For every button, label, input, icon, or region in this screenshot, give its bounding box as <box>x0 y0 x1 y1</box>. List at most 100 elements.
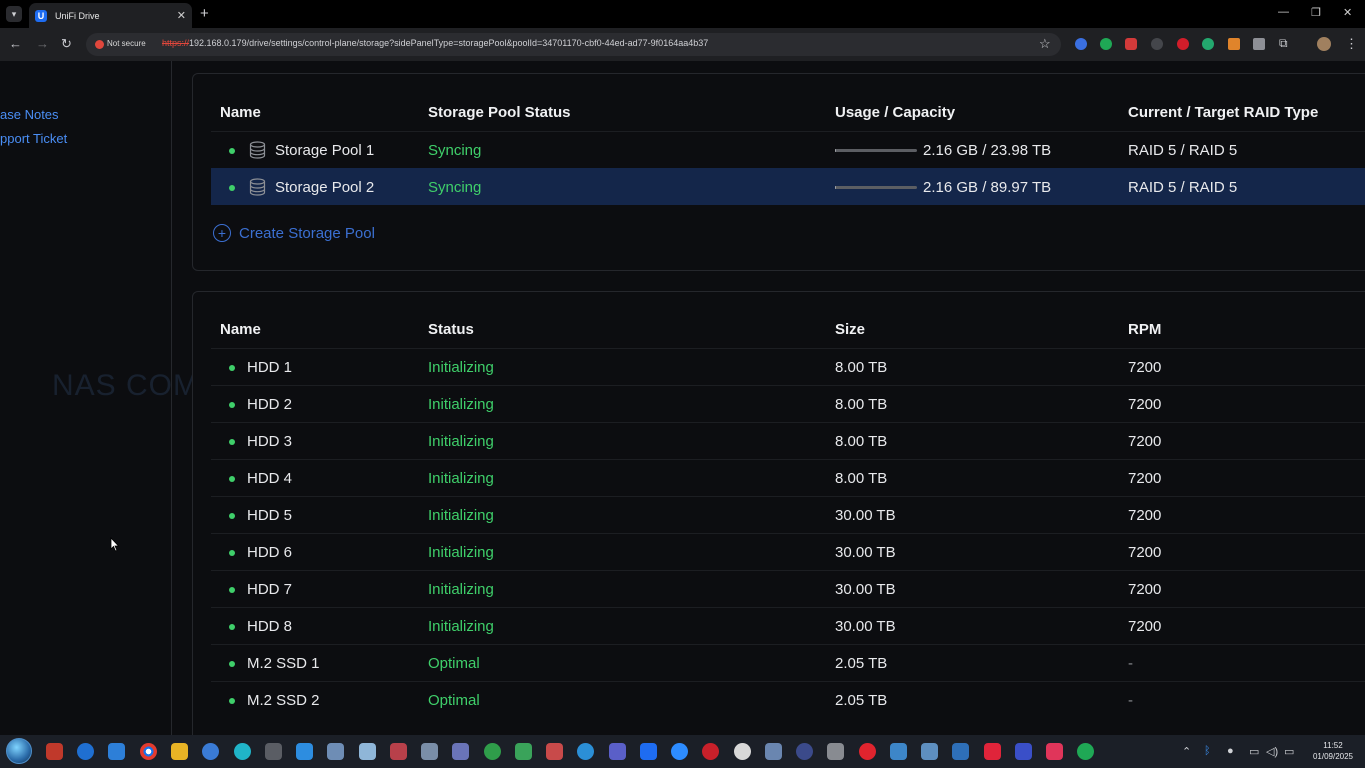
browser-menu-icon[interactable]: ⋮ <box>1345 36 1358 52</box>
drive-rpm: 7200 <box>1128 544 1162 561</box>
taskbar-app-icon[interactable] <box>515 743 532 760</box>
zoom-taskbar-icon[interactable] <box>671 743 688 760</box>
create-storage-pool-button[interactable]: + Create Storage Pool <box>213 224 375 242</box>
drive-row[interactable]: HDD 1 Initializing 8.00 TB 7200 <box>211 348 1365 385</box>
status-dot <box>229 439 235 445</box>
download-extension-icon[interactable] <box>1151 38 1163 50</box>
back-button[interactable]: ← <box>9 36 22 51</box>
taskbar-app-icon[interactable] <box>108 743 125 760</box>
taskbar-app-icon[interactable] <box>265 743 282 760</box>
grammarly-extension-icon[interactable] <box>1100 38 1112 50</box>
microphone-icon[interactable]: ● <box>1227 745 1234 757</box>
chrome-taskbar-icon[interactable] <box>140 743 157 760</box>
reload-button[interactable]: ↻ <box>61 36 72 52</box>
drive-size: 30.00 TB <box>835 507 896 524</box>
drive-row[interactable]: HDD 4 Initializing 8.00 TB 7200 <box>211 459 1365 496</box>
taskbar-app-icon[interactable] <box>484 743 501 760</box>
taskbar-app-icon[interactable] <box>1015 743 1032 760</box>
file-explorer-icon[interactable] <box>171 743 188 760</box>
column-header-size: Size <box>835 321 866 338</box>
drive-status: Initializing <box>428 433 494 450</box>
support-ticket-link[interactable]: pport Ticket <box>0 131 67 146</box>
taskbar-app-icon[interactable] <box>327 743 344 760</box>
status-dot <box>229 185 235 191</box>
pool-usage: 2.16 GB / 89.97 TB <box>923 179 1052 196</box>
taskbar-app-icon[interactable] <box>765 743 782 760</box>
network-icon[interactable]: ▭ <box>1249 745 1259 758</box>
status-dot <box>229 402 235 408</box>
extensions-puzzle-icon[interactable]: ⧉ <box>1279 36 1288 51</box>
taskbar-app-icon[interactable] <box>1077 743 1094 760</box>
taskbar-app-icon[interactable] <box>952 743 969 760</box>
taskbar: ⌃ ᛒ ● ▭ ◁) ▭ 11:52 01/09/2025 <box>0 735 1365 768</box>
new-tab-button[interactable]: + <box>200 5 209 22</box>
bookmark-star-icon[interactable]: ☆ <box>1039 36 1051 52</box>
storage-pool-row-selected[interactable]: Storage Pool 2 Syncing 2.16 GB / 89.97 T… <box>211 168 1365 205</box>
taskbar-app-icon[interactable] <box>984 743 1001 760</box>
unifi-taskbar-icon[interactable] <box>640 743 657 760</box>
taskbar-app-icon[interactable] <box>1046 743 1063 760</box>
tab-search-button[interactable]: ▾ <box>6 6 22 22</box>
drive-row[interactable]: HDD 3 Initializing 8.00 TB 7200 <box>211 422 1365 459</box>
taskbar-app-icon[interactable] <box>421 743 438 760</box>
browser-tab[interactable]: U UniFi Drive ✕ <box>29 3 192 28</box>
show-hidden-icons-icon[interactable]: ⌃ <box>1182 745 1191 758</box>
url-text[interactable]: https://192.168.0.179/drive/settings/con… <box>162 38 708 48</box>
drive-row[interactable]: HDD 8 Initializing 30.00 TB 7200 <box>211 607 1365 644</box>
taskbar-app-icon[interactable] <box>921 743 938 760</box>
adblock-extension-icon[interactable] <box>1125 38 1137 50</box>
status-dot <box>229 698 235 704</box>
restore-window-icon[interactable]: ❐ <box>1311 6 1321 19</box>
extension-icon[interactable] <box>1177 38 1189 50</box>
volume-icon[interactable]: ◁) <box>1266 745 1278 758</box>
bluetooth-icon[interactable]: ᛒ <box>1204 745 1211 757</box>
drive-row[interactable]: HDD 2 Initializing 8.00 TB 7200 <box>211 385 1365 422</box>
drive-row[interactable]: HDD 6 Initializing 30.00 TB 7200 <box>211 533 1365 570</box>
drive-status: Initializing <box>428 544 494 561</box>
taskbar-app-icon[interactable] <box>577 743 594 760</box>
taskbar-app-icon[interactable] <box>452 743 469 760</box>
drive-row[interactable]: M.2 SSD 1 Optimal 2.05 TB - <box>211 644 1365 681</box>
taskbar-app-icon[interactable] <box>202 743 219 760</box>
search-taskbar-icon[interactable] <box>234 743 251 760</box>
browser-tab-strip: ▾ U UniFi Drive ✕ + — ❐ ✕ <box>0 0 1365 28</box>
extension-icon[interactable] <box>1202 38 1214 50</box>
drive-rpm: - <box>1128 655 1133 672</box>
clock-date: 01/09/2025 <box>1312 752 1354 761</box>
battery-icon[interactable]: ▭ <box>1284 745 1294 758</box>
drive-row[interactable]: M.2 SSD 2 Optimal 2.05 TB - <box>211 681 1365 718</box>
taskbar-app-icon[interactable] <box>734 743 751 760</box>
taskbar-app-icon[interactable] <box>827 743 844 760</box>
teams-taskbar-icon[interactable] <box>609 743 626 760</box>
minimize-window-icon[interactable]: — <box>1278 6 1289 18</box>
release-notes-link[interactable]: ase Notes <box>0 107 59 122</box>
taskbar-app-icon[interactable] <box>796 743 813 760</box>
drive-row[interactable]: HDD 5 Initializing 30.00 TB 7200 <box>211 496 1365 533</box>
drive-row[interactable]: HDD 7 Initializing 30.00 TB 7200 <box>211 570 1365 607</box>
close-tab-icon[interactable]: ✕ <box>177 9 186 22</box>
taskbar-app-icon[interactable] <box>296 743 313 760</box>
forward-button[interactable]: → <box>36 36 49 51</box>
storage-pool-row[interactable]: Storage Pool 1 Syncing 2.16 GB / 23.98 T… <box>211 131 1365 168</box>
extension-icon[interactable] <box>1075 38 1087 50</box>
taskbar-app-icon[interactable] <box>890 743 907 760</box>
extension-icon[interactable] <box>1228 38 1240 50</box>
extension-icon[interactable] <box>1253 38 1265 50</box>
unifi-drive-app: ase Notes pport Ticket NAS COMPARES Name… <box>0 61 1365 735</box>
taskbar-clock[interactable]: 11:52 01/09/2025 <box>1304 740 1362 762</box>
drive-rpm: 7200 <box>1128 581 1162 598</box>
start-button-icon[interactable] <box>6 738 32 764</box>
taskbar-app-icon[interactable] <box>546 743 563 760</box>
taskbar-app-icon[interactable] <box>359 743 376 760</box>
drive-size: 8.00 TB <box>835 433 888 450</box>
profile-avatar[interactable] <box>1317 37 1331 51</box>
taskbar-app-icon[interactable] <box>46 743 63 760</box>
close-window-icon[interactable]: ✕ <box>1343 6 1352 19</box>
database-icon <box>249 141 266 159</box>
taskbar-app-icon[interactable] <box>77 743 94 760</box>
taskbar-app-icon[interactable] <box>390 743 407 760</box>
opera-taskbar-icon[interactable] <box>859 743 876 760</box>
not-secure-label[interactable]: Not secure <box>107 39 146 48</box>
taskbar-app-icon[interactable] <box>702 743 719 760</box>
clock-time: 11:52 <box>1323 741 1343 750</box>
